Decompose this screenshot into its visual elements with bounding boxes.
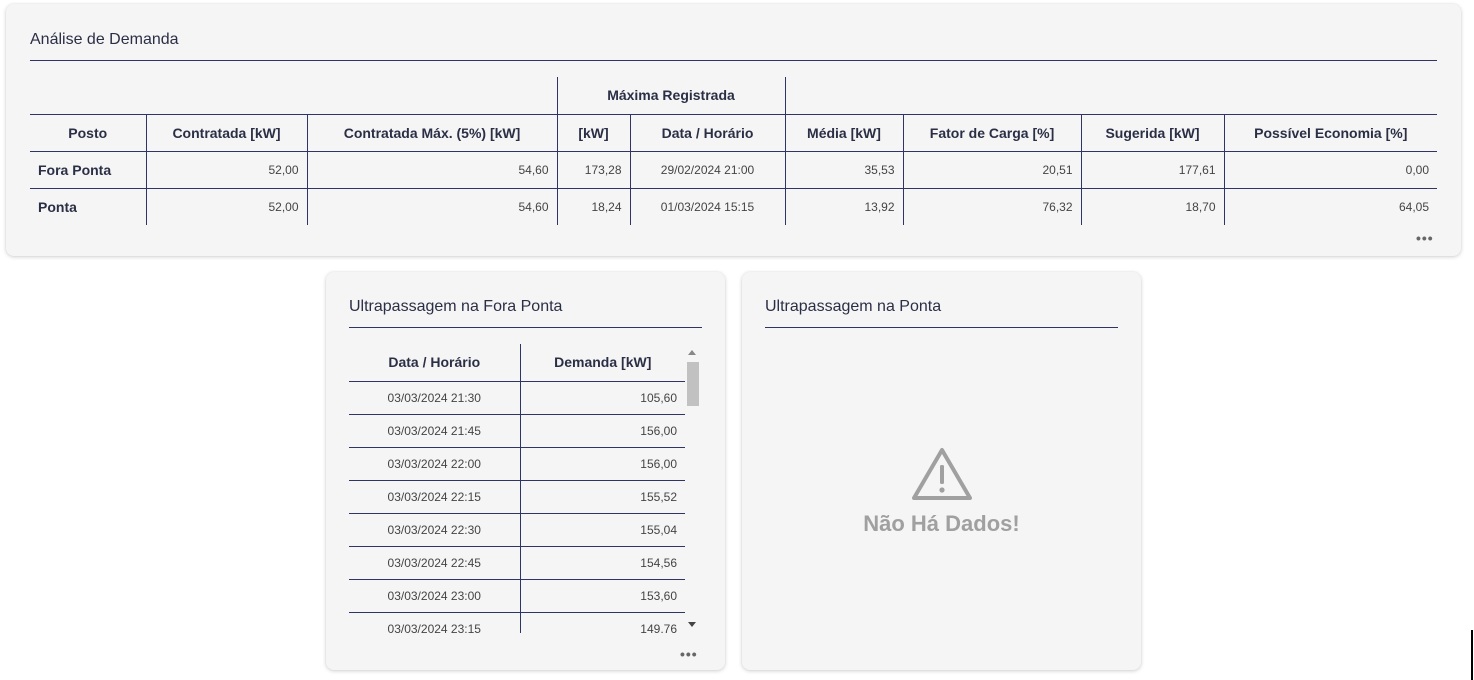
- col-header-fator-carga: Fator de Carga [%]: [902, 113, 1081, 151]
- col-header-datetime: Data / Horário: [388, 354, 481, 371]
- cell-sugerida: 177,61: [1080, 150, 1224, 188]
- col-header-sugerida: Sugerida [kW]: [1080, 113, 1224, 151]
- cell-posto: Fora Ponta: [30, 150, 146, 188]
- cell-posto: Ponta: [30, 187, 146, 225]
- title-divider: [349, 327, 702, 328]
- col-header-demand: Demanda [kW]: [519, 344, 685, 381]
- table-row: 03/03/2024 22:00 156,00: [349, 446, 685, 480]
- col-header-max-kw: [kW]: [556, 113, 630, 151]
- window-edge-divider: [1471, 630, 1473, 680]
- demand-analysis-card: Análise de Demanda Máxima Registrada Pos…: [6, 4, 1461, 256]
- table-row: Ponta 52,00 54,60 18,24 01/03/2024 15:15…: [30, 187, 1437, 225]
- overrun-list-scroll-area[interactable]: Data / Horário Demanda [kW] 03/03/2024 2…: [349, 344, 701, 633]
- cell-datetime: 03/03/2024 23:15: [349, 611, 520, 633]
- cell-demand: 156,00: [519, 446, 685, 480]
- table-row: 03/03/2024 21:45 156,00: [349, 413, 685, 447]
- cell-demand: 156,00: [519, 413, 685, 447]
- overrun-ponta-title: Ultrapassagem na Ponta: [765, 298, 942, 315]
- cell-fator-carga: 76,32: [902, 187, 1081, 225]
- cell-datetime: 03/03/2024 21:30: [349, 380, 520, 414]
- col-header-max-datetime: Data / Horário: [629, 113, 785, 151]
- col-header-economia: Possível Economia [%]: [1223, 113, 1437, 151]
- empty-state-message: Não Há Dados!: [863, 511, 1020, 536]
- cell-demand: 153,60: [519, 578, 685, 612]
- cell-economia: 64,05: [1223, 187, 1437, 225]
- cell-datetime: 03/03/2024 22:00: [349, 446, 520, 480]
- cell-contratada-max: 54,60: [306, 187, 557, 225]
- more-options-button[interactable]: •••: [680, 646, 698, 662]
- cell-fator-carga: 20,51: [902, 150, 1081, 188]
- cell-economia: 0,00: [1223, 150, 1437, 188]
- vertical-scrollbar[interactable]: [685, 344, 699, 633]
- table-row: 03/03/2024 22:15 155,52: [349, 479, 685, 513]
- cell-demand: 105,60: [519, 380, 685, 414]
- cell-demand: 155,04: [519, 512, 685, 546]
- title-divider: [765, 327, 1118, 328]
- table-row: 03/03/2024 23:00 153,60: [349, 578, 685, 612]
- cell-max-datetime: 29/02/2024 21:00: [629, 150, 785, 188]
- col-header-contratada-max: Contratada Máx. (5%) [kW]: [306, 113, 557, 151]
- cell-datetime: 03/03/2024 23:00: [349, 578, 520, 612]
- cell-contratada: 52,00: [145, 187, 307, 225]
- cell-datetime: 03/03/2024 22:15: [349, 479, 520, 513]
- group-header-max-registrada: Máxima Registrada: [556, 77, 786, 114]
- scrollbar-thumb[interactable]: [687, 362, 699, 406]
- cell-max-kw: 18,24: [556, 187, 630, 225]
- col-header-contratada: Contratada [kW]: [145, 113, 307, 151]
- cell-max-kw: 173,28: [556, 150, 630, 188]
- table-row: 03/03/2024 22:45 154,56: [349, 545, 685, 579]
- cell-demand: 149,76: [519, 611, 685, 633]
- scroll-up-arrow-icon[interactable]: [688, 350, 696, 355]
- overrun-fora-ponta-card: Ultrapassagem na Fora Ponta Data / Horár…: [326, 272, 725, 670]
- cell-datetime: 03/03/2024 22:45: [349, 545, 520, 579]
- col-header-posto: Posto: [30, 113, 146, 151]
- overrun-fora-ponta-title: Ultrapassagem na Fora Ponta: [349, 298, 563, 315]
- cell-max-datetime: 01/03/2024 15:15: [629, 187, 785, 225]
- demand-analysis-title: Análise de Demanda: [30, 31, 179, 48]
- cell-datetime: 03/03/2024 21:45: [349, 413, 520, 447]
- table-row: 03/03/2024 22:30 155,04: [349, 512, 685, 546]
- table-row: 03/03/2024 23:15 149,76: [349, 611, 685, 633]
- more-options-button[interactable]: •••: [1416, 230, 1434, 246]
- cell-demand: 154,56: [519, 545, 685, 579]
- header-spacer: [785, 77, 1437, 114]
- cell-media: 13,92: [784, 187, 903, 225]
- cell-demand: 155,52: [519, 479, 685, 513]
- table-row: Fora Ponta 52,00 54,60 173,28 29/02/2024…: [30, 150, 1437, 188]
- cell-contratada-max: 54,60: [306, 150, 557, 188]
- empty-state: Não Há Dados!: [742, 447, 1141, 537]
- cell-sugerida: 18,70: [1080, 187, 1224, 225]
- header-spacer: [30, 77, 557, 114]
- overrun-table: Data / Horário Demanda [kW] 03/03/2024 2…: [349, 344, 685, 633]
- cell-contratada: 52,00: [145, 150, 307, 188]
- col-header-media: Média [kW]: [784, 113, 903, 151]
- title-divider: [30, 60, 1437, 61]
- table-row: 03/03/2024 21:30 105,60: [349, 380, 685, 414]
- demand-table: Máxima Registrada Posto Contratada [kW] …: [30, 77, 1437, 225]
- warning-triangle-icon: [911, 448, 972, 500]
- overrun-ponta-card: Ultrapassagem na Ponta Não Há Dados!: [742, 272, 1141, 670]
- scroll-down-arrow-icon[interactable]: [688, 622, 696, 627]
- cell-media: 35,53: [784, 150, 903, 188]
- cell-datetime: 03/03/2024 22:30: [349, 512, 520, 546]
